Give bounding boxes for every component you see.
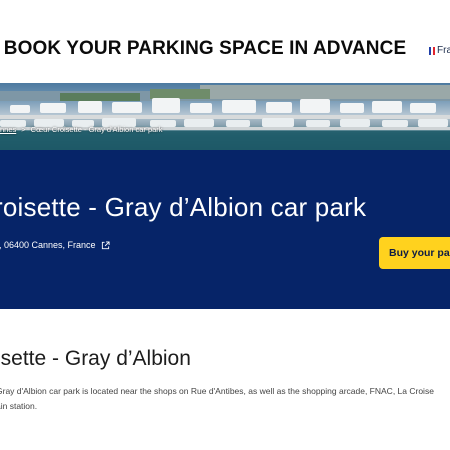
- page-headline: BOOK YOUR PARKING SPACE IN ADVANCE: [3, 38, 407, 59]
- buy-pass-button[interactable]: Buy your pass: [379, 237, 450, 269]
- description-line: ain station.: [0, 401, 38, 411]
- section-subheading: isette - Gray d’Albion: [0, 347, 191, 370]
- language-label: Fra: [437, 45, 450, 56]
- france-flag-icon: [429, 46, 435, 55]
- car-park-banner: roisette - Gray d’Albion car park , 0640…: [0, 150, 450, 309]
- address[interactable]: , 06400 Cannes, France: [0, 240, 110, 250]
- language-selector[interactable]: Fra: [429, 45, 450, 56]
- breadcrumb-separator-icon: >: [21, 125, 26, 134]
- page-title: roisette - Gray d’Albion car park: [0, 192, 367, 222]
- external-link-icon: [101, 240, 110, 249]
- car-park-description: Gray d'Albion car park is located near t…: [0, 384, 450, 414]
- description-line: Gray d'Albion car park is located near t…: [0, 386, 434, 396]
- address-text: , 06400 Cannes, France: [0, 240, 96, 250]
- breadcrumb-current[interactable]: Cœur Croisette - Gray d'Albion car park: [31, 125, 163, 134]
- breadcrumb: nnes > Cœur Croisette - Gray d'Albion ca…: [0, 125, 163, 134]
- hero-image: [0, 83, 450, 150]
- breadcrumb-link-cannes[interactable]: nnes: [0, 125, 16, 134]
